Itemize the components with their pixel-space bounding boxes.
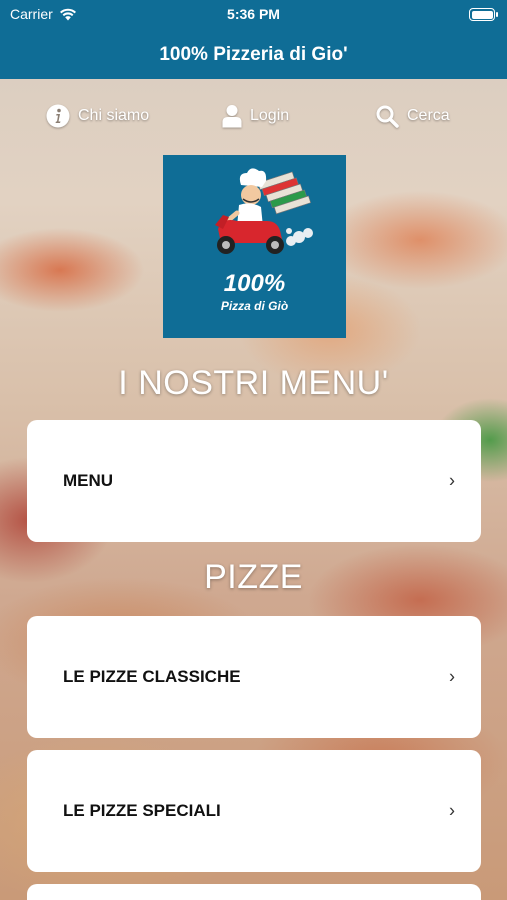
top-actions: Chi siamo Login Cerca bbox=[0, 100, 507, 132]
chi-siamo-label: Chi siamo bbox=[78, 107, 150, 124]
pizzeria-logo: 100% Pizza di Giò bbox=[163, 155, 346, 338]
section-title-pizze: PIZZE bbox=[204, 558, 303, 596]
pizze-classiche-list-item[interactable]: LE PIZZE CLASSICHE › bbox=[27, 616, 481, 738]
status-time: 5:36 PM bbox=[227, 6, 280, 22]
section-title-menu: I NOSTRI MENU' bbox=[118, 364, 389, 402]
status-bar: Carrier 5:36 PM bbox=[0, 0, 507, 30]
menu-list-item[interactable]: MENU › bbox=[27, 420, 481, 542]
logo-text-100: 100% bbox=[223, 270, 286, 297]
pizze-classiche-label: LE PIZZE CLASSICHE bbox=[63, 667, 241, 686]
scooter-chef-illustration bbox=[215, 168, 313, 254]
next-list-item-partial[interactable] bbox=[27, 884, 481, 900]
cerca-label: Cerca bbox=[407, 107, 450, 124]
chevron-right-icon: › bbox=[449, 800, 455, 821]
battery-icon bbox=[469, 8, 498, 21]
app-title: 100% Pizzeria di Gio' bbox=[159, 43, 348, 65]
battery-fill bbox=[471, 10, 493, 19]
logo-text-subtitle: Pizza di Giò bbox=[220, 299, 289, 313]
pizze-speciali-label: LE PIZZE SPECIALI bbox=[63, 801, 221, 820]
menu-item-label: MENU bbox=[63, 471, 114, 490]
cerca-button[interactable]: Cerca bbox=[375, 100, 450, 132]
chi-siamo-button[interactable]: Chi siamo bbox=[46, 100, 149, 132]
chevron-right-icon: › bbox=[449, 470, 455, 491]
navigation-bar: 100% Pizzeria di Gio' bbox=[0, 30, 507, 79]
user-icon bbox=[222, 105, 242, 128]
pizze-speciali-list-item[interactable]: LE PIZZE SPECIALI › bbox=[27, 750, 481, 872]
login-label: Login bbox=[250, 107, 290, 124]
login-button[interactable]: Login bbox=[222, 100, 289, 132]
search-icon bbox=[376, 105, 399, 128]
info-icon bbox=[46, 104, 70, 128]
chevron-right-icon: › bbox=[449, 666, 455, 687]
